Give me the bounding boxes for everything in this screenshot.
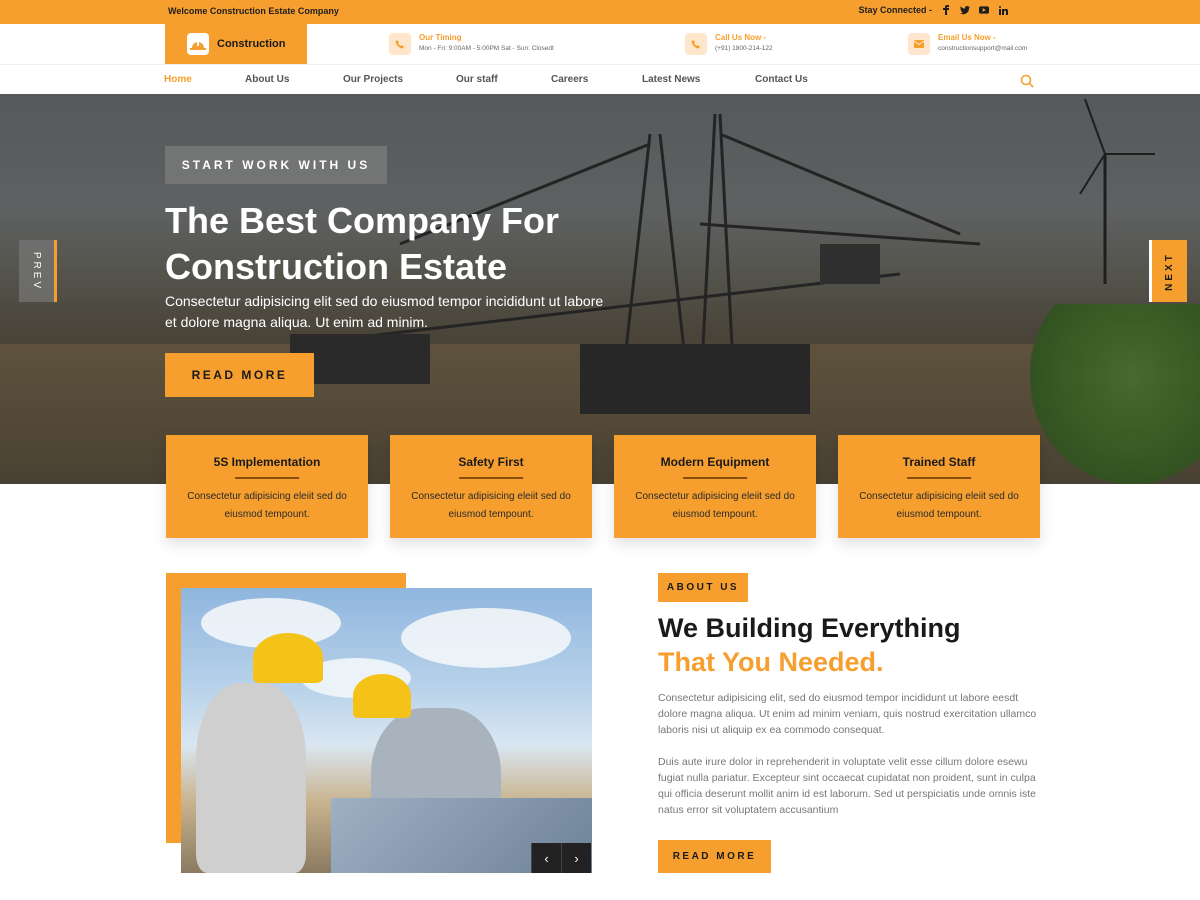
cloud-shape (401, 608, 571, 668)
feature-divider (683, 477, 747, 479)
about-paragraph: Duis aute irure dolor in reprehenderit i… (658, 756, 1036, 816)
about-paragraph: Consectetur adipisicing elit, sed do eiu… (658, 692, 1037, 736)
feature-title: 5S Implementation (213, 455, 321, 469)
hard-hat-icon (253, 633, 323, 683)
logo[interactable]: Construction (165, 24, 307, 64)
top-bar: Welcome Construction Estate Company Stay… (0, 0, 1200, 24)
feature-divider (459, 477, 523, 479)
phone-icon (389, 33, 411, 55)
nav-latest-news[interactable]: Latest News (642, 74, 700, 85)
phone-icon (685, 33, 707, 55)
about-tag: ABOUT US (658, 573, 748, 602)
about-slider-arrows: ‹ › (531, 843, 591, 873)
hero-title-line1: The Best Company For (165, 200, 560, 241)
about-read-more-button[interactable]: READ MORE (658, 840, 771, 873)
feature-card[interactable]: Trained Staff Consectetur adipisicing el… (838, 435, 1040, 538)
hero-title-line2: Construction Estate (165, 246, 508, 287)
hero-title: The Best Company For Construction Estate (165, 198, 665, 290)
feature-text: Consectetur adipisicing eleiit sed do ei… (859, 491, 1019, 520)
stay-connected-label: Stay Connected - (858, 5, 932, 15)
chevron-right-icon[interactable]: › (561, 843, 591, 873)
welcome-text: Welcome Construction Estate Company (168, 6, 339, 16)
feature-card[interactable]: 5S Implementation Consectetur adipisicin… (166, 435, 368, 538)
feature-text: Consectetur adipisicing eleiit sed do ei… (635, 491, 795, 520)
helmet-logo-icon (187, 33, 209, 55)
call-info: Call Us Now - (+91) 1800-214-122 (685, 33, 773, 55)
feature-title: Safety First (458, 455, 524, 469)
about-workers-photo (181, 588, 592, 873)
feature-title: Modern Equipment (660, 455, 770, 469)
feature-text: Consectetur adipisicing eleiit sed do ei… (187, 491, 347, 520)
hard-hat-icon (353, 674, 411, 718)
timing-detail: Mon - Fri: 9:00AM - 5:00PM Sat - Sun: Cl… (419, 45, 554, 52)
nav-about-us[interactable]: About Us (245, 74, 289, 85)
search-icon[interactable] (1020, 74, 1034, 88)
facebook-icon[interactable] (941, 5, 951, 15)
slider-prev-button[interactable]: PREV (19, 240, 57, 302)
email-title: Email Us Now - (938, 33, 996, 42)
hero-subtitle: Consectetur adipisicing elit sed do eius… (165, 293, 604, 330)
hero-read-more-button[interactable]: READ MORE (165, 353, 314, 397)
feature-divider (907, 477, 971, 479)
feature-divider (235, 477, 299, 479)
header: Construction Our Timing Mon - Fri: 9:00A… (0, 24, 1200, 64)
call-title: Call Us Now - (715, 33, 767, 42)
chevron-left-icon[interactable]: ‹ (531, 843, 561, 873)
nav-our-projects[interactable]: Our Projects (343, 74, 403, 85)
twitter-icon[interactable] (960, 5, 970, 15)
feature-card[interactable]: Safety First Consectetur adipisicing ele… (390, 435, 592, 538)
hero-tag: START WORK WITH US (165, 146, 387, 184)
nav-careers[interactable]: Careers (551, 74, 588, 85)
nav-home[interactable]: Home (164, 74, 192, 85)
linkedin-icon[interactable] (998, 5, 1008, 15)
main-nav: Home About Us Our Projects Our staff Car… (0, 64, 1200, 94)
next-label: NEXT (1164, 251, 1176, 291)
feature-card[interactable]: Modern Equipment Consectetur adipisicing… (614, 435, 816, 538)
about-heading: We Building Everything (658, 613, 961, 643)
email-info: Email Us Now - constructionsupport@mail.… (908, 33, 1027, 55)
youtube-icon[interactable] (979, 5, 989, 15)
slider-next-button[interactable]: NEXT (1149, 240, 1187, 302)
mail-icon (908, 33, 930, 55)
email-detail[interactable]: constructionsupport@mail.com (938, 43, 1027, 54)
social-links: Stay Connected - (858, 5, 1008, 15)
nav-contact-us[interactable]: Contact Us (755, 74, 808, 85)
feature-title: Trained Staff (902, 455, 976, 469)
logo-text: Construction (217, 38, 286, 50)
worker-figure (196, 683, 306, 873)
timing-title: Our Timing (419, 33, 462, 42)
call-detail[interactable]: (+91) 1800-214-122 (715, 43, 773, 54)
prev-label: PREV (31, 251, 43, 291)
about-heading-accent: That You Needed. (658, 647, 884, 677)
feature-text: Consectetur adipisicing eleiit sed do ei… (411, 491, 571, 520)
timing-info: Our Timing Mon - Fri: 9:00AM - 5:00PM Sa… (389, 33, 554, 55)
nav-our-staff[interactable]: Our staff (456, 74, 498, 85)
